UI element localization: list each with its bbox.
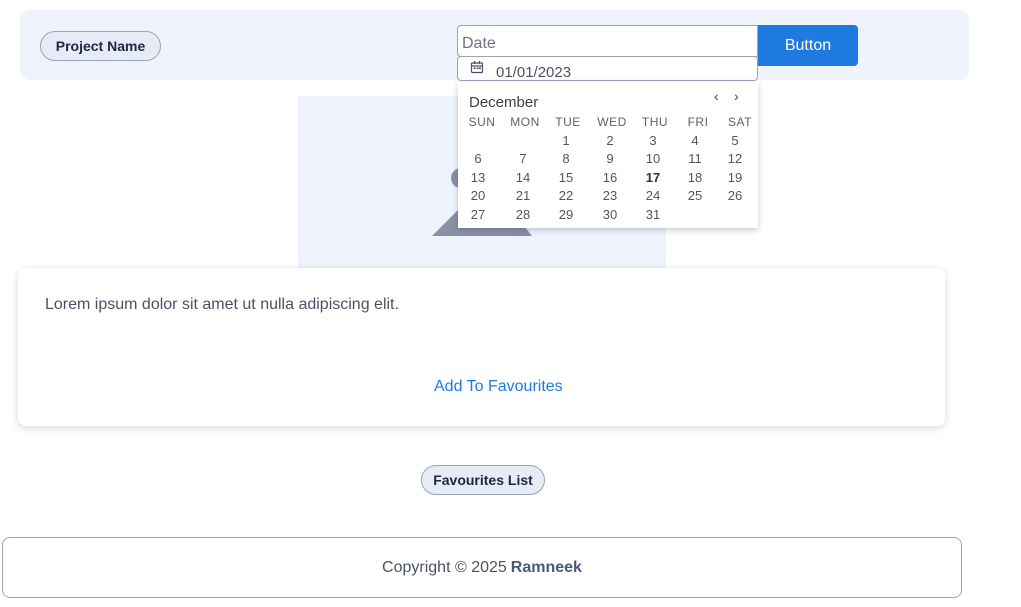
date-input[interactable]: Date [457, 25, 758, 57]
calendar-day[interactable]: 24 [638, 188, 668, 203]
project-name-badge[interactable]: Project Name [40, 31, 161, 61]
calendar-day[interactable]: 20 [463, 188, 493, 203]
weekday-label: THU [641, 115, 669, 129]
calendar-day[interactable]: 2 [595, 133, 625, 148]
calendar-day[interactable]: 8 [551, 151, 581, 166]
calendar-day[interactable]: 26 [720, 188, 750, 203]
calendar-day[interactable]: 5 [720, 133, 750, 148]
calendar-day[interactable]: 19 [720, 170, 750, 185]
calendar-day[interactable]: 3 [638, 133, 668, 148]
weekday-label: TUE [555, 115, 581, 129]
calendar-day[interactable]: 12 [720, 151, 750, 166]
favourites-list-badge[interactable]: Favourites List [421, 465, 545, 495]
calendar-day[interactable]: 13 [463, 170, 493, 185]
weekday-label: FRI [687, 115, 709, 129]
calendar-day[interactable]: 7 [508, 151, 538, 166]
date-value: 01/01/2023 [496, 64, 572, 81]
calendar-day[interactable]: 14 [508, 170, 538, 185]
calendar-day[interactable]: 11 [680, 151, 710, 166]
calendar-day[interactable]: 31 [638, 207, 668, 222]
calendar-day[interactable]: 6 [463, 151, 493, 166]
date-field[interactable]: 01/01/2023 [457, 56, 758, 81]
calendar-day[interactable]: 18 [680, 170, 710, 185]
weekday-label: SAT [728, 115, 752, 129]
calendar-day[interactable]: 22 [551, 188, 581, 203]
calendar-day[interactable]: 16 [595, 170, 625, 185]
calendar-day[interactable]: 23 [595, 188, 625, 203]
footer-copyright: Copyright © 2025 [382, 558, 507, 576]
weekday-label: SUN [468, 115, 496, 129]
calendar-day[interactable]: 28 [508, 207, 538, 222]
calendar-day[interactable]: 30 [595, 207, 625, 222]
primary-button[interactable]: Button [758, 25, 858, 66]
calendar-day[interactable]: 10 [638, 151, 668, 166]
calendar-day[interactable]: 15 [551, 170, 581, 185]
card-text: Lorem ipsum dolor sit amet ut nulla adip… [45, 296, 399, 313]
chevron-left-icon[interactable]: ‹ [714, 88, 719, 104]
calendar-day[interactable]: 9 [595, 151, 625, 166]
calendar-day[interactable]: 1 [551, 133, 581, 148]
footer-author[interactable]: Ramneek [511, 559, 582, 577]
chevron-right-icon[interactable]: › [734, 88, 739, 104]
calendar-day[interactable]: 25 [680, 188, 710, 203]
calendar-month: December [469, 94, 539, 111]
calendar-day[interactable]: 4 [680, 133, 710, 148]
content-card: Lorem ipsum dolor sit amet ut nulla adip… [18, 268, 945, 426]
footer: Copyright © 2025 Ramneek [2, 537, 962, 598]
calendar-day[interactable]: 21 [508, 188, 538, 203]
calendar-popup: December ‹ › SUN MON TUE WED THU FRI SAT 1 2 3 4 5 6… [458, 82, 758, 228]
calendar-day-today[interactable]: 17 [638, 170, 668, 185]
calendar-day[interactable]: 29 [551, 207, 581, 222]
add-to-favourites-button[interactable]: Add To Favourites [434, 378, 563, 396]
weekday-label: MON [510, 115, 540, 129]
calendar-day[interactable]: 27 [463, 207, 493, 222]
weekday-label: WED [597, 115, 627, 129]
calendar-icon [470, 61, 484, 74]
